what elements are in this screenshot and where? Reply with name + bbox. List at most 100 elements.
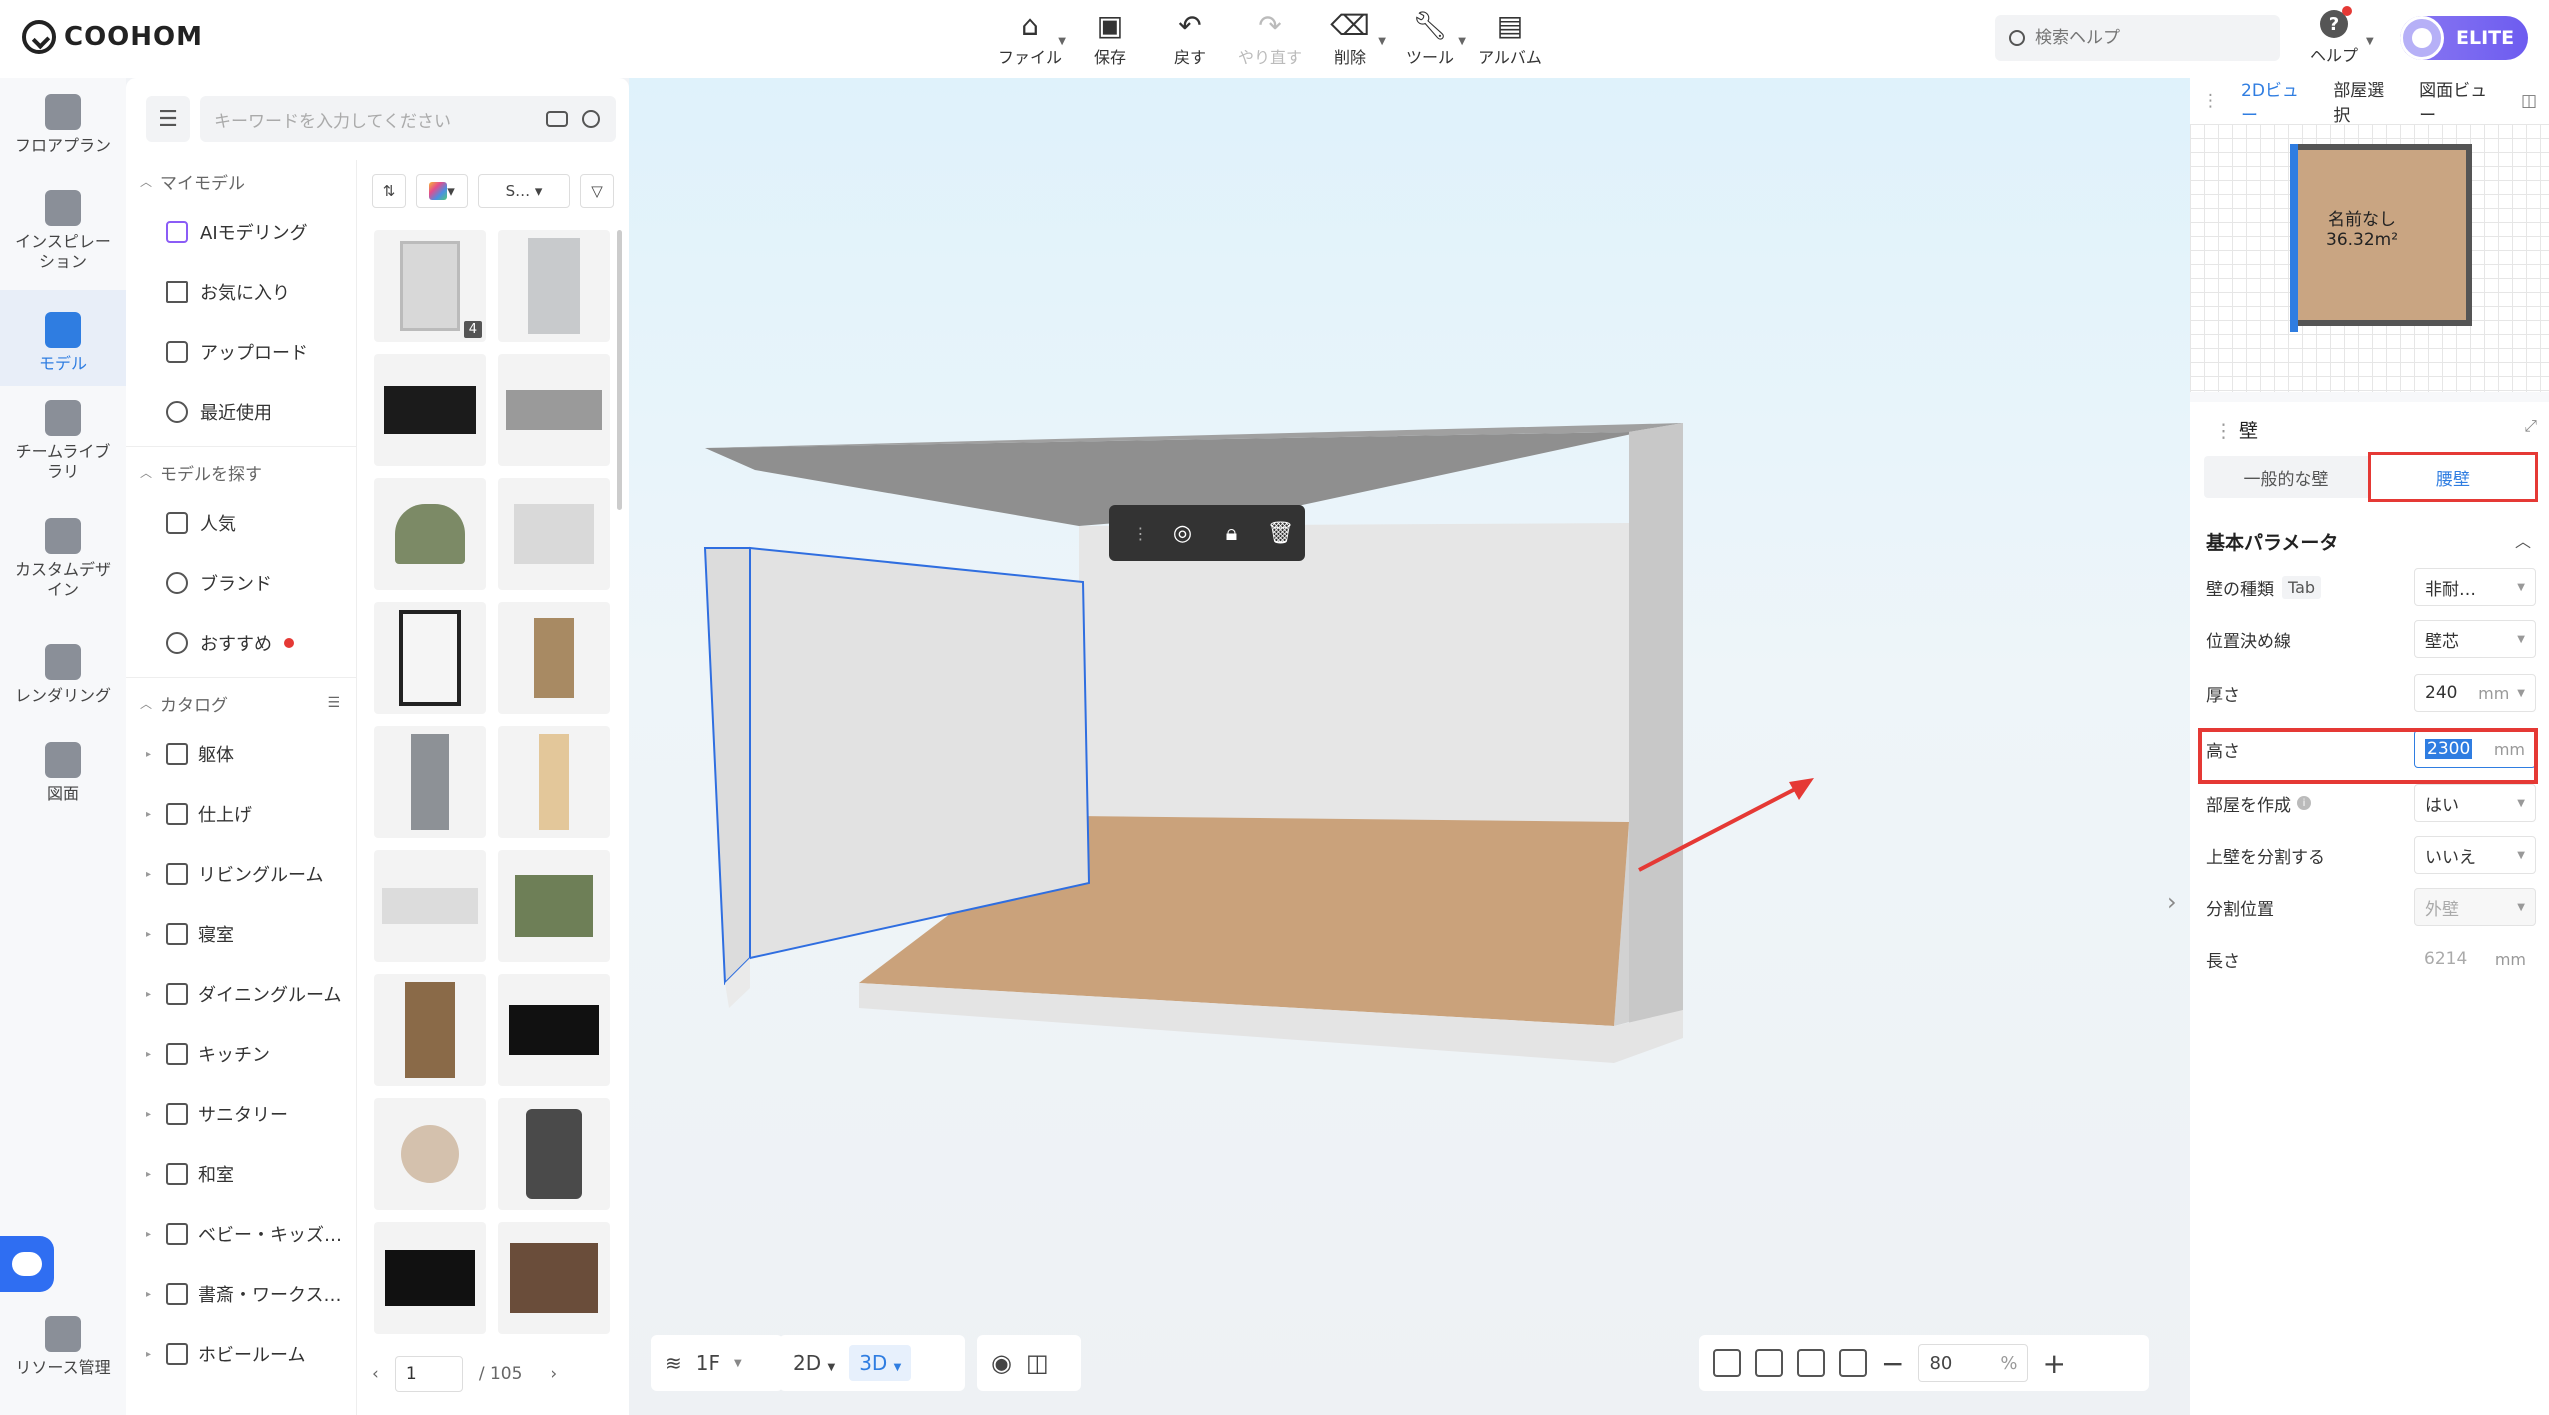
catalog-settings-icon[interactable]: ☰ (327, 695, 340, 711)
zoom-in-button[interactable]: + (2042, 1347, 2065, 1380)
catalog-item-structure[interactable]: ▸ 躯体 (126, 724, 356, 784)
basic-params-header[interactable]: 基本パラメータ (2206, 528, 2338, 555)
minimap[interactable]: 名前なし 36.32m² (2190, 124, 2549, 392)
model-thumb-diffuser[interactable] (498, 602, 610, 714)
album-button[interactable]: ▤ アルバム (1470, 8, 1550, 70)
visibility-eye-icon[interactable]: ◉ (991, 1349, 1012, 1377)
explore-header[interactable]: ︿ モデルを探す (126, 451, 356, 493)
tree-item-ai-modeling[interactable]: AIモデリング (126, 202, 356, 262)
drag-handle-icon[interactable]: ⋮ (2202, 91, 2219, 111)
tree-item-popular[interactable]: 人気 (126, 493, 356, 553)
model-thumb-door[interactable]: 4 (374, 230, 486, 342)
drag-handle-icon[interactable]: ⋮ (1133, 524, 1149, 543)
view-2d-button[interactable]: 2D ▼ (793, 1351, 835, 1375)
tools-menu-button[interactable]: 🔧︎ ツール ▼ (1390, 8, 1470, 70)
account-button[interactable]: ELITE (2400, 16, 2528, 60)
fit-screen-icon[interactable] (1713, 1349, 1741, 1377)
undo-button[interactable]: ↶ 戻す (1150, 8, 1230, 70)
model-thumb-sink-counter[interactable] (374, 850, 486, 962)
view-3d-button[interactable]: 3D ▼ (849, 1345, 912, 1381)
delete-button[interactable]: ⌫ 削除 ▼ (1310, 8, 1390, 70)
create-room-select[interactable]: はい ▼ (2414, 784, 2536, 822)
chat-button[interactable] (0, 1236, 54, 1292)
popout-icon[interactable]: ◫ (2521, 91, 2537, 111)
model-thumb-bookshelf[interactable] (498, 1222, 610, 1334)
catalog-item-hobby[interactable]: ▸ ホビールーム (126, 1324, 356, 1384)
tree-item-brand[interactable]: ブランド (126, 553, 356, 613)
focus-icon[interactable] (1797, 1349, 1825, 1377)
model-thumb-monitor[interactable] (374, 1222, 486, 1334)
expand-icon[interactable]: ⤢ (2524, 416, 2537, 436)
save-button[interactable]: ▣ 保存 (1070, 8, 1150, 70)
floor-selector[interactable]: ≋ 1F ▼ (651, 1335, 783, 1391)
nav-rendering[interactable]: レンダリング (0, 644, 126, 724)
catalog-item-living[interactable]: ▸ リビングルーム (126, 844, 356, 904)
model-thumb-sliding-door[interactable] (374, 974, 486, 1086)
prev-page-button[interactable]: ‹ (372, 1364, 379, 1384)
nav-inspiration[interactable]: インスピレーション (0, 190, 126, 290)
hide-eye-icon[interactable]: ◎ (1168, 519, 1198, 547)
model-thumb-glass-door[interactable] (374, 602, 486, 714)
minimap-room[interactable]: 名前なし 36.32m² (2290, 144, 2472, 332)
catalog-item-baby-kids[interactable]: ▸ ベビー・キッズ… (126, 1204, 356, 1264)
redo-button[interactable]: ↷ やり直す (1230, 8, 1310, 70)
model-thumb-wood-door[interactable] (498, 726, 610, 838)
catalog-item-finish[interactable]: ▸ 仕上げ (126, 784, 356, 844)
chevron-right-icon[interactable]: › (2167, 888, 2177, 916)
lock-icon[interactable]: 🔒︎ (1217, 519, 1247, 547)
model-thumb-black-panel[interactable] (498, 974, 610, 1086)
model-thumb-fridge[interactable] (498, 230, 610, 342)
positioning-line-select[interactable]: 壁芯 ▼ (2414, 620, 2536, 658)
thumbnail-scrollbar[interactable] (617, 230, 622, 510)
catalog-item-study[interactable]: ▸ 書斎・ワークス… (126, 1264, 356, 1324)
catalog-item-dining[interactable]: ▸ ダイニングルーム (126, 964, 356, 1024)
nav-custom-design[interactable]: カスタムデザイン (0, 518, 126, 618)
model-thumb-tv-panel[interactable] (374, 354, 486, 466)
sort-button[interactable]: ⇅ (372, 174, 406, 208)
thickness-input[interactable]: 240 mm ▼ (2414, 674, 2536, 712)
collapse-menu-icon[interactable]: ☰ (146, 96, 190, 142)
model-thumb-candle[interactable] (498, 1098, 610, 1210)
color-filter-button[interactable]: ▾ (416, 174, 468, 208)
my-models-header[interactable]: ︿ マイモデル (126, 160, 356, 202)
style-filter-button[interactable]: S… ▾ (478, 174, 570, 208)
model-search-input[interactable]: キーワードを入力してください (200, 96, 616, 142)
filter-button[interactable]: ▽ (580, 174, 614, 208)
trash-icon[interactable]: 🗑︎ (1266, 519, 1296, 547)
chevron-up-icon[interactable]: ︿ (2515, 528, 2531, 552)
help-button[interactable]: ? ヘルプ ▼ (2310, 6, 2374, 66)
help-search-input[interactable] (2035, 28, 2255, 48)
tab-room-select[interactable]: 部屋選択 (2333, 76, 2397, 126)
tab-drawing-view[interactable]: 図面ビュー (2419, 76, 2499, 126)
nav-floorplan[interactable]: フロアプラン (0, 94, 126, 184)
model-thumb-plant-books[interactable] (498, 850, 610, 962)
segment-waist-wall[interactable]: 腰壁 (2368, 452, 2538, 502)
model-thumb-clock[interactable] (374, 1098, 486, 1210)
catalog-item-sanitary[interactable]: ▸ サニタリー (126, 1084, 356, 1144)
catalog-item-bedroom[interactable]: ▸ 寝室 (126, 904, 356, 964)
3d-viewport[interactable]: ⋮ ◎ 🔒︎ 🗑︎ › ≋ 1F ▼ 2D ▼ 3D ▼ ◉ ◫ − 80 % … (629, 78, 2190, 1415)
info-icon[interactable]: i (2297, 796, 2311, 810)
page-input[interactable]: 1 (394, 1356, 463, 1392)
tree-item-upload[interactable]: アップロード (126, 322, 356, 382)
tree-item-recent[interactable]: 最近使用 (126, 382, 356, 442)
segment-normal-wall[interactable]: 一般的な壁 (2204, 456, 2368, 498)
catalog-item-kitchen[interactable]: ▸ キッチン (126, 1024, 356, 1084)
catalog-header[interactable]: ︿ カタログ ☰ (126, 682, 356, 724)
cube-view-icon[interactable]: ◫ (1026, 1349, 1049, 1377)
image-search-icon[interactable] (546, 111, 568, 127)
zoom-area-icon[interactable] (1839, 1349, 1867, 1377)
coohom-logo[interactable]: COOHOM (22, 20, 203, 54)
wall-type-select[interactable]: 非耐… ▼ (2414, 568, 2536, 606)
nav-resource-management[interactable]: リソース管理 (0, 1316, 126, 1396)
model-thumb-plant-vase[interactable] (374, 478, 486, 590)
zoom-out-button[interactable]: − (1881, 1347, 1904, 1380)
next-page-button[interactable]: › (550, 1364, 557, 1384)
model-thumb-kitchen-counter[interactable] (498, 354, 610, 466)
nav-model[interactable]: モデル (0, 290, 126, 386)
tree-item-favorites[interactable]: お気に入り (126, 262, 356, 322)
model-thumb-books[interactable] (498, 478, 610, 590)
tab-2d-view[interactable]: 2Dビュー (2241, 76, 2311, 126)
model-thumb-tall-fridge[interactable] (374, 726, 486, 838)
catalog-item-japanese[interactable]: ▸ 和室 (126, 1144, 356, 1204)
